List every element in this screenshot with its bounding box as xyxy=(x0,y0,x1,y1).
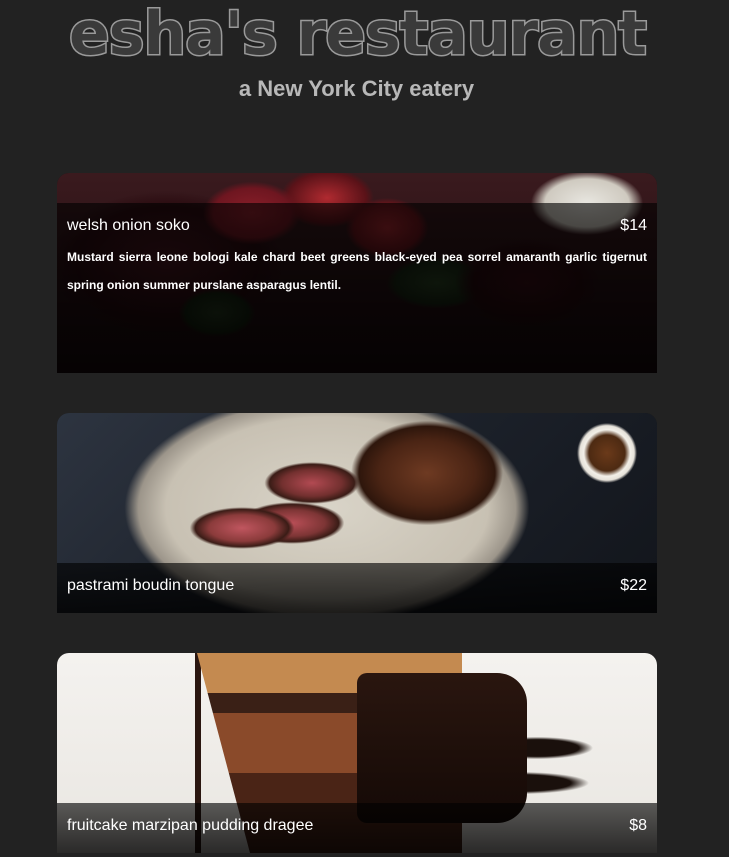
menu-card-pastrami-boudin-tongue[interactable]: pastrami boudin tongue $22 xyxy=(57,413,657,613)
menu-card-caption: fruitcake marzipan pudding dragee $8 xyxy=(57,803,657,853)
menu-card-caption: pastrami boudin tongue $22 xyxy=(57,563,657,613)
dish-description: Mustard sierra leone bologi kale chard b… xyxy=(67,250,647,292)
page: esha's restaurant a New York City eatery… xyxy=(0,0,729,857)
dish-name: pastrami boudin tongue xyxy=(67,577,235,594)
dish-name: welsh onion soko xyxy=(67,217,190,234)
menu-card-caption: welsh onion soko $14 Mustard sierra leon… xyxy=(57,203,657,373)
dish-price: $8 xyxy=(629,817,647,834)
restaurant-tagline: a New York City eatery xyxy=(238,76,475,101)
dish-price: $14 xyxy=(620,217,647,234)
dish-name: fruitcake marzipan pudding dragee xyxy=(67,817,314,834)
menu-card-welsh-onion-soko[interactable]: welsh onion soko $14 Mustard sierra leon… xyxy=(57,173,657,373)
dish-price: $22 xyxy=(620,577,647,594)
menu-card-fruitcake-marzipan[interactable]: fruitcake marzipan pudding dragee $8 xyxy=(57,653,657,853)
cake-glaze-shape xyxy=(357,673,527,823)
restaurant-title: esha's restaurant xyxy=(68,0,649,71)
